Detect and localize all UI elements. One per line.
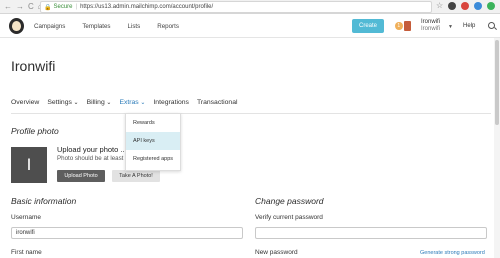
change-password-heading: Change password <box>255 196 324 206</box>
forward-icon[interactable]: → <box>16 2 24 12</box>
generate-password-link[interactable]: Generate strong password <box>420 250 485 256</box>
tab-billing[interactable]: Billing <box>87 99 112 106</box>
notification-badge: 1 <box>395 22 403 30</box>
main-nav: Campaigns Templates Lists Reports <box>34 14 179 38</box>
tab-transactional[interactable]: Transactional <box>197 99 238 106</box>
nav-reports[interactable]: Reports <box>157 23 179 30</box>
lock-icon: 🔒 <box>44 4 52 11</box>
bookmark-star-icon[interactable]: ☆ <box>436 2 443 10</box>
extension-icon[interactable] <box>474 2 483 10</box>
create-button[interactable]: Create <box>352 19 384 33</box>
tab-overview[interactable]: Overview <box>11 99 39 106</box>
profile-photo-heading: Profile photo <box>11 126 59 136</box>
nav-lists[interactable]: Lists <box>128 23 141 30</box>
notifications[interactable]: 1 <box>395 21 411 31</box>
username-label: Username <box>11 214 41 221</box>
username-field[interactable]: ironwifi <box>11 227 243 239</box>
separator: | <box>75 4 78 10</box>
account-subnav: Overview Settings Billing Extras Integra… <box>11 99 238 106</box>
avatar <box>403 21 411 31</box>
menu-item-api-keys[interactable]: API keys <box>126 132 180 150</box>
upload-title: Upload your photo ... <box>57 145 127 154</box>
take-photo-button[interactable]: Take A Photo! <box>112 170 160 182</box>
avatar: I <box>11 147 47 183</box>
extras-dropdown: Rewards API keys Registered apps <box>125 113 181 171</box>
verify-password-label: Verify current password <box>255 214 323 221</box>
browser-toolbar: ← → C ⌂ 🔒 Secure | https://us13.admin.ma… <box>0 0 500 14</box>
account-name: Ironwifi <box>421 19 441 25</box>
browser-nav: ← → C ⌂ <box>4 2 43 12</box>
url-text: https://us13.admin.mailchimp.com/account… <box>80 4 214 10</box>
app-header: Campaigns Templates Lists Reports Create… <box>0 14 500 38</box>
tab-settings[interactable]: Settings <box>47 99 78 106</box>
reload-icon[interactable]: C <box>28 2 34 12</box>
scrollbar-thumb[interactable] <box>495 40 499 125</box>
mailchimp-logo-icon[interactable] <box>9 18 24 34</box>
divider <box>11 113 491 114</box>
help-link[interactable]: Help <box>463 23 475 29</box>
extension-icons: ☆ ⋮ <box>436 2 500 10</box>
account-subname: Ironwifi <box>421 26 441 32</box>
first-name-label: First name <box>11 249 42 256</box>
new-password-label: New password <box>255 249 298 256</box>
verify-password-field[interactable] <box>255 227 487 239</box>
extension-icon[interactable] <box>448 2 457 10</box>
address-bar[interactable]: 🔒 Secure | https://us13.admin.mailchimp.… <box>40 1 432 13</box>
page-title: Ironwifi <box>11 58 56 74</box>
tab-integrations[interactable]: Integrations <box>153 99 189 106</box>
tab-extras[interactable]: Extras <box>119 99 145 106</box>
basic-info-heading: Basic information <box>11 196 77 206</box>
menu-item-rewards[interactable]: Rewards <box>126 114 180 132</box>
upload-photo-button[interactable]: Upload Photo <box>57 170 105 182</box>
extension-icon[interactable] <box>487 2 496 10</box>
nav-campaigns[interactable]: Campaigns <box>34 23 65 30</box>
upload-description: Photo should be at least <box>57 155 124 162</box>
extension-icon[interactable] <box>461 2 470 10</box>
secure-label: Secure <box>53 4 73 10</box>
account-menu[interactable]: Ironwifi Ironwifi <box>421 19 440 33</box>
back-icon[interactable]: ← <box>4 2 12 12</box>
nav-templates[interactable]: Templates <box>82 23 110 30</box>
search-icon[interactable] <box>488 22 495 29</box>
menu-item-registered-apps[interactable]: Registered apps <box>126 150 180 168</box>
chevron-down-icon[interactable]: ▼ <box>448 24 453 30</box>
